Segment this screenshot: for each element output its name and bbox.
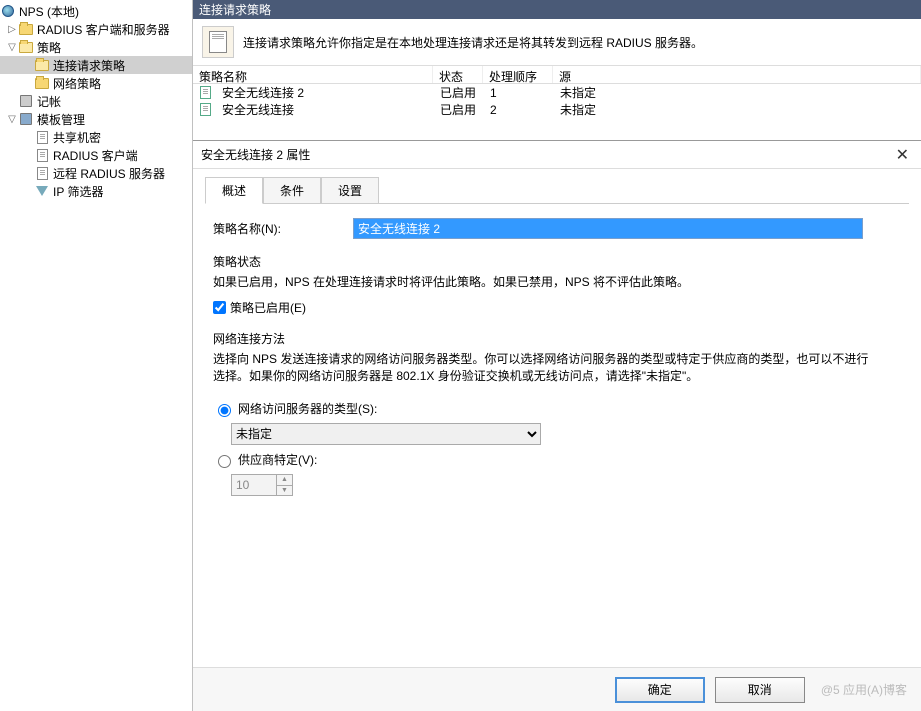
funnel-icon	[34, 183, 50, 199]
th-source[interactable]: 源	[553, 66, 921, 83]
nas-type-radio-input[interactable]	[218, 404, 231, 417]
tree-conn-request-policies[interactable]: 连接请求策略	[0, 56, 192, 74]
spinner-buttons: ▲▼	[276, 475, 292, 495]
th-name[interactable]: 策略名称	[193, 66, 433, 83]
tab-strip: 概述 条件 设置	[193, 169, 921, 204]
watermark-text: @5 应用(A)博客	[821, 681, 907, 698]
folder-icon	[34, 57, 50, 73]
th-order[interactable]: 处理顺序	[483, 66, 553, 83]
policy-name-label: 策略名称(N):	[213, 220, 353, 237]
cancel-button[interactable]: 取消	[715, 677, 805, 703]
tab-conditions[interactable]: 条件	[263, 177, 321, 204]
conn-method-heading: 网络连接方法	[213, 330, 901, 347]
dialog-titlebar: 安全无线连接 2 属性 ✕	[193, 141, 921, 169]
tree-radius-clients-servers[interactable]: ▷RADIUS 客户端和服务器	[0, 20, 192, 38]
page-icon	[34, 147, 50, 163]
folder-icon	[18, 39, 34, 55]
table-row[interactable]: 安全无线连接 2 已启用 1 未指定	[193, 84, 921, 101]
tree-policies[interactable]: ▽策略	[0, 38, 192, 56]
info-bar: 连接请求策略允许你指定是在本地处理连接请求还是将其转发到远程 RADIUS 服务…	[193, 19, 921, 66]
vendor-specific-radio[interactable]: 供应商特定(V):	[213, 451, 901, 468]
folder-icon	[34, 75, 50, 91]
collapse-icon[interactable]: ▽	[6, 42, 18, 53]
folder-icon	[18, 21, 34, 37]
nas-type-select[interactable]: 未指定	[231, 423, 541, 445]
spin-up-icon: ▲	[277, 475, 292, 486]
tree-accounting[interactable]: 记帐	[0, 92, 192, 110]
page-icon	[34, 129, 50, 145]
server-icon	[18, 111, 34, 127]
tree-radius-clients[interactable]: RADIUS 客户端	[0, 146, 192, 164]
policy-table-header: 策略名称 状态 处理顺序 源	[193, 66, 921, 84]
tab-settings[interactable]: 设置	[321, 177, 379, 204]
tab-body: 策略名称(N): 策略状态 如果已启用，NPS 在处理连接请求时将评估此策略。如…	[205, 203, 909, 667]
vendor-specific-radio-input[interactable]	[218, 455, 231, 468]
policy-state-desc: 如果已启用，NPS 在处理连接请求时将评估此策略。如果已禁用，NPS 将不评估此…	[213, 274, 901, 291]
policy-doc-icon	[202, 26, 234, 58]
th-status[interactable]: 状态	[433, 66, 483, 83]
server-icon	[18, 93, 34, 109]
table-row[interactable]: 安全无线连接 已启用 2 未指定	[193, 101, 921, 118]
sidebar-tree: NPS (本地) ▷RADIUS 客户端和服务器 ▽策略 连接请求策略 网络策略…	[0, 0, 193, 711]
policy-enabled-input[interactable]	[213, 301, 226, 314]
dialog-button-row: 确定 取消 @5 应用(A)博客	[193, 667, 921, 711]
page-icon	[34, 165, 50, 181]
page-icon	[197, 85, 213, 101]
ok-button[interactable]: 确定	[615, 677, 705, 703]
tree-remote-radius-servers[interactable]: 远程 RADIUS 服务器	[0, 164, 192, 182]
tree-ip-filters[interactable]: IP 筛选器	[0, 182, 192, 200]
collapse-icon[interactable]: ▽	[6, 114, 18, 125]
main-pane: 连接请求策略 连接请求策略允许你指定是在本地处理连接请求还是将其转发到远程 RA…	[193, 0, 921, 711]
spin-down-icon: ▼	[277, 486, 292, 496]
close-icon[interactable]: ✕	[892, 145, 913, 165]
nas-type-radio[interactable]: 网络访问服务器的类型(S):	[213, 400, 901, 417]
vendor-id-spinner: 10 ▲▼	[231, 474, 293, 496]
tree-network-policies[interactable]: 网络策略	[0, 74, 192, 92]
policy-enabled-checkbox[interactable]: 策略已启用(E)	[213, 299, 901, 316]
info-text: 连接请求策略允许你指定是在本地处理连接请求还是将其转发到远程 RADIUS 服务…	[243, 34, 703, 51]
pane-title: 连接请求策略	[193, 0, 921, 19]
dialog-title-text: 安全无线连接 2 属性	[201, 146, 310, 163]
tree-template-mgmt[interactable]: ▽模板管理	[0, 110, 192, 128]
tree-shared-secrets[interactable]: 共享机密	[0, 128, 192, 146]
tab-overview[interactable]: 概述	[205, 177, 263, 204]
globe-icon	[0, 3, 16, 19]
policy-name-input[interactable]	[353, 218, 863, 239]
properties-dialog: 安全无线连接 2 属性 ✕ 概述 条件 设置 策略名称(N): 策略状态 如果已…	[193, 140, 921, 711]
tree-root[interactable]: NPS (本地)	[0, 2, 192, 20]
page-icon	[197, 102, 213, 118]
policy-state-heading: 策略状态	[213, 253, 901, 270]
conn-method-desc: 选择向 NPS 发送连接请求的网络访问服务器类型。你可以选择网络访问服务器的类型…	[213, 351, 873, 385]
expand-icon[interactable]: ▷	[6, 24, 18, 35]
